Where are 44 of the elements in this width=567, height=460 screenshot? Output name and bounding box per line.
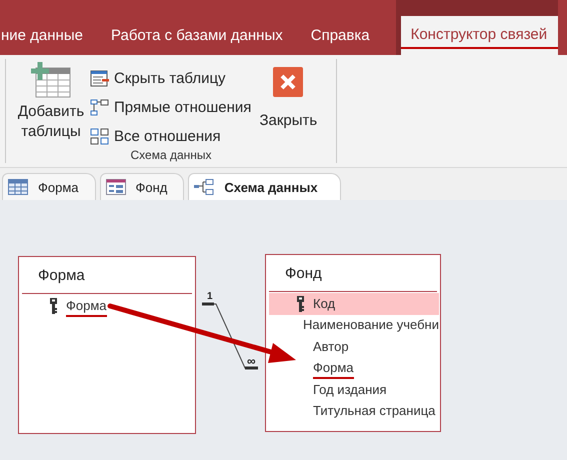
many-label: ∞ [247,356,256,366]
relationships-icon [194,179,214,195]
group-label: Схема данных [129,148,213,164]
table-box[interactable]: Фонд Код Наименование учебни Автор Форма Год издания Титульная страница [265,254,441,432]
ribbon-button[interactable]: Все отношения [90,125,252,148]
ribbon-tab[interactable]: ние данные [0,16,85,55]
field[interactable]: Год издания [269,379,439,400]
table-title: Фонд [269,255,437,292]
underlined-field-name: Форма [313,360,354,379]
table-plus-icon [30,62,72,98]
underlined-field-name: Форма [66,298,107,316]
diagram-icon [90,98,110,116]
ribbon-button[interactable]: Скрыть таблицу [90,67,252,90]
ribbon-tab[interactable]: Справка [308,16,372,55]
table-icon [8,179,28,195]
field-name: Код [313,296,336,312]
field[interactable]: Наименование учебни [269,314,439,336]
one-label: 1 [207,292,213,302]
field[interactable]: Титульная страница [269,400,439,422]
table-minus-icon [90,70,110,88]
field-name: Год издания [313,382,387,398]
field[interactable]: Форма [22,295,194,316]
field-row[interactable]: Код [269,293,439,314]
field[interactable]: Автор [269,336,439,358]
table-box[interactable]: Форма Форма [18,256,196,434]
document-tab[interactable]: Схема данных [188,173,341,200]
field-name: Автор [313,338,349,355]
add-tables-button[interactable]: Добавить таблицы [14,59,88,142]
ribbon-tab[interactable]: Конструктор связей [400,16,558,55]
document-tab[interactable]: Форма [2,173,96,200]
key-icon [50,298,58,314]
relationship-line[interactable] [200,302,260,370]
ribbon-button[interactable]: Прямые отношения [90,96,252,119]
field-name: Титульная страница [313,403,436,420]
field[interactable]: Форма [269,358,439,379]
key-icon [297,296,305,312]
form-icon [106,179,126,195]
ribbon-tab[interactable]: Работа с базами данных [108,16,285,55]
close-button[interactable]: Закрыть [257,59,320,129]
document-tab[interactable]: Фонд [100,173,184,200]
close-icon [273,67,304,97]
table-title: Форма [22,257,192,294]
field-name: Наименование учебни [303,317,439,334]
grid-diagram-icon [90,128,110,146]
